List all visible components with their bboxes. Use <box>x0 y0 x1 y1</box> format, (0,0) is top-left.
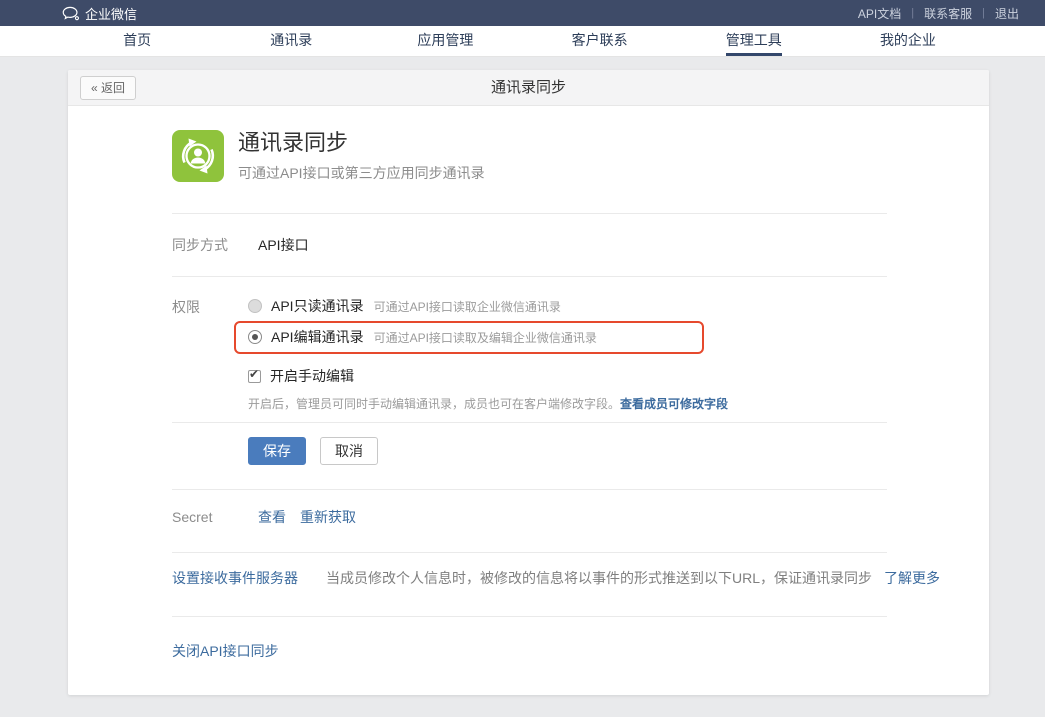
sync-method-value: API接口 <box>258 235 309 255</box>
secret-view-link[interactable]: 查看 <box>258 507 286 527</box>
permission-option-edit[interactable]: API编辑通讯录 可通过API接口读取及编辑企业微信通讯录 <box>248 328 690 346</box>
nav-tab-home[interactable]: 首页 <box>60 26 214 56</box>
topbar: 企业微信 API文档 | 联系客服 | 退出 <box>0 0 1045 26</box>
app-subtitle: 可通过API接口或第三方应用同步通讯录 <box>238 163 485 183</box>
topbar-link-contact-support[interactable]: 联系客服 <box>914 5 982 22</box>
permission-label: 权限 <box>172 297 248 412</box>
action-buttons: 保存 取消 <box>68 423 989 489</box>
main-nav: 首页 通讯录 应用管理 客户联系 管理工具 我的企业 <box>0 26 1045 57</box>
view-editable-fields-link[interactable]: 查看成员可修改字段 <box>620 397 728 411</box>
cancel-button[interactable]: 取消 <box>320 437 378 465</box>
back-button[interactable]: « 返回 <box>80 76 136 100</box>
permission-option-title: API编辑通讯录 <box>271 327 364 347</box>
contacts-sync-icon <box>172 130 224 182</box>
annotation-highlight-box: API编辑通讯录 可通过API接口读取及编辑企业微信通讯录 <box>234 321 704 354</box>
learn-more-link[interactable]: 了解更多 <box>884 568 940 588</box>
nav-tab-admin-tools[interactable]: 管理工具 <box>677 26 831 56</box>
nav-tab-customer-contact[interactable]: 客户联系 <box>523 26 677 56</box>
topbar-link-logout[interactable]: 退出 <box>985 5 1029 22</box>
close-api-sync-row: 关闭API接口同步 <box>68 617 989 661</box>
secret-refresh-link[interactable]: 重新获取 <box>300 507 356 527</box>
app-title: 通讯录同步 <box>238 130 485 156</box>
nav-tab-my-company[interactable]: 我的企业 <box>831 26 985 56</box>
permission-option-desc: 可通过API接口读取企业微信通讯录 <box>374 298 561 315</box>
callback-server-row: 设置接收事件服务器 当成员修改个人信息时，被修改的信息将以事件的形式推送到以下U… <box>68 553 989 616</box>
nav-tab-contacts[interactable]: 通讯录 <box>214 26 368 56</box>
nav-tab-app-management[interactable]: 应用管理 <box>368 26 522 56</box>
permission-section: 权限 API只读通讯录 可通过API接口读取企业微信通讯录 API编辑通讯录 可… <box>68 277 989 422</box>
contacts-sync-card: « 返回 通讯录同步 通讯录同步 可通过API接口或第三方应用同步通讯录 <box>68 70 989 695</box>
card-header: « 返回 通讯录同步 <box>68 70 989 106</box>
manual-edit-desc-text: 开启后，管理员可同时手动编辑通讯录，成员也可在客户端修改字段。 <box>248 397 620 411</box>
secret-row: Secret 查看 重新获取 <box>68 490 989 552</box>
page-background: « 返回 通讯录同步 通讯录同步 可通过API接口或第三方应用同步通讯录 <box>0 57 1045 695</box>
app-logo-text: 企业微信 <box>85 4 137 23</box>
page-title: 通讯录同步 <box>491 79 566 96</box>
set-callback-server-link[interactable]: 设置接收事件服务器 <box>172 568 298 588</box>
permission-option-desc: 可通过API接口读取及编辑企业微信通讯录 <box>374 329 597 346</box>
secret-label: Secret <box>172 509 248 525</box>
permission-option-readonly[interactable]: API只读通讯录 可通过API接口读取企业微信通讯录 <box>248 297 929 315</box>
sync-method-label: 同步方式 <box>172 235 248 255</box>
app-header: 通讯录同步 可通过API接口或第三方应用同步通讯录 <box>68 106 989 213</box>
manual-edit-description: 开启后，管理员可同时手动编辑通讯录，成员也可在客户端修改字段。查看成员可修改字段 <box>248 395 929 412</box>
topbar-links: API文档 | 联系客服 | 退出 <box>848 5 1029 22</box>
chat-bubble-icon <box>62 6 80 21</box>
close-api-sync-link[interactable]: 关闭API接口同步 <box>172 643 279 659</box>
manual-edit-toggle[interactable]: ✔ 开启手动编辑 <box>248 366 929 386</box>
save-button[interactable]: 保存 <box>248 437 306 465</box>
radio-unselected-icon[interactable] <box>248 299 262 313</box>
sync-method-row: 同步方式 API接口 <box>68 214 989 276</box>
app-logo: 企业微信 <box>62 4 137 23</box>
topbar-link-api-docs[interactable]: API文档 <box>848 5 911 22</box>
callback-server-description: 当成员修改个人信息时，被修改的信息将以事件的形式推送到以下URL，保证通讯录同步 <box>326 568 872 588</box>
checkbox-checked-icon[interactable]: ✔ <box>248 370 261 383</box>
radio-selected-icon[interactable] <box>248 330 262 344</box>
permission-option-title: API只读通讯录 <box>271 296 364 316</box>
manual-edit-label: 开启手动编辑 <box>270 366 354 386</box>
